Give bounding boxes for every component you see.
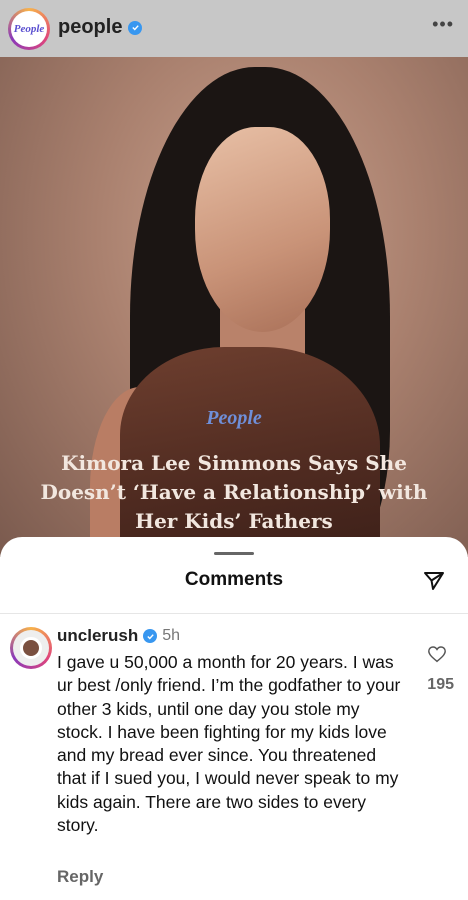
send-icon[interactable] — [422, 569, 446, 593]
commenter-avatar[interactable] — [10, 627, 52, 669]
brand-watermark: People — [206, 407, 262, 429]
post-header: People people ••• — [0, 0, 468, 57]
comments-sheet: Comments unclerush 5h I gave u 50,000 a … — [0, 537, 468, 900]
comments-title: Comments — [184, 569, 284, 590]
avatar-logo-text: People — [13, 23, 45, 35]
post-image[interactable]: People Kimora Lee Simmons Says She Doesn… — [0, 57, 468, 557]
comment-header: unclerush 5h — [57, 626, 180, 646]
divider — [0, 613, 468, 614]
verified-badge-icon — [128, 20, 143, 35]
ellipsis-icon[interactable]: ••• — [432, 14, 454, 35]
comment-username[interactable]: unclerush — [57, 626, 138, 646]
account-name-row[interactable]: people — [58, 16, 143, 39]
like-count: 195 — [427, 676, 454, 693]
account-avatar[interactable]: People — [8, 8, 50, 50]
verified-badge-icon — [143, 629, 158, 643]
comment-time: 5h — [162, 627, 181, 644]
image-headline: Kimora Lee Simmons Says She Doesn’t ‘Hav… — [40, 451, 428, 533]
drag-handle[interactable] — [214, 552, 254, 555]
account-name[interactable]: people — [58, 16, 122, 39]
face-shape — [195, 127, 330, 332]
instagram-post-view: People people ••• People Kimora Lee Simm… — [0, 0, 468, 900]
comment-text: I gave u 50,000 a month for 20 years. I … — [57, 652, 401, 836]
reply-button[interactable]: Reply — [57, 867, 103, 887]
heart-icon[interactable] — [427, 645, 447, 663]
avatar-face — [20, 637, 42, 659]
